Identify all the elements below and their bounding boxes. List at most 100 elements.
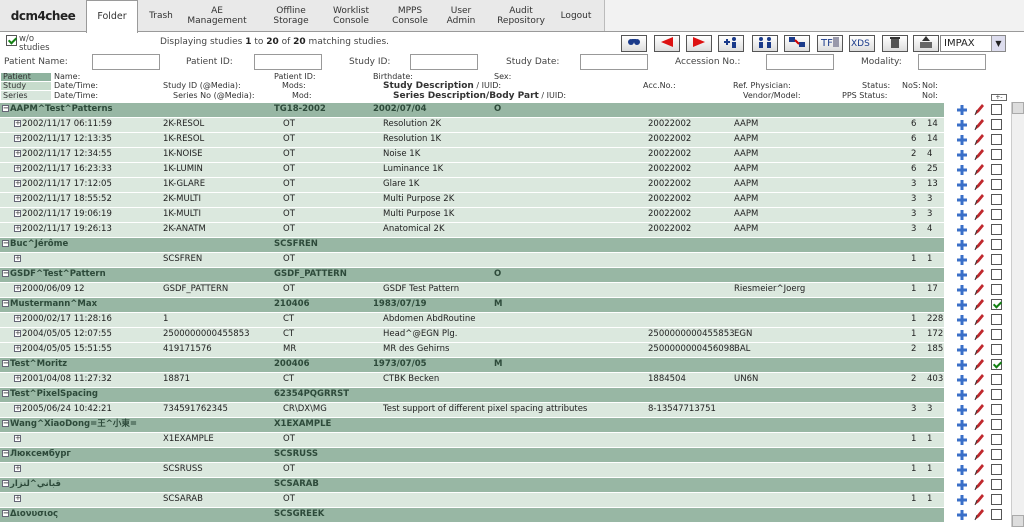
scroll-up-button[interactable]	[1012, 102, 1024, 114]
accession-input[interactable]	[766, 54, 834, 70]
without-studies-toggle[interactable]: w/o studies	[6, 35, 59, 53]
add-icon[interactable]	[954, 312, 969, 327]
add-icon[interactable]	[954, 432, 969, 447]
add-icon[interactable]	[954, 177, 969, 192]
collapse-icon[interactable]: −	[2, 390, 9, 397]
tab-mpps-console[interactable]: MPPS Console	[386, 0, 434, 31]
add-icon[interactable]	[954, 387, 969, 402]
row-select-checkbox[interactable]	[991, 404, 1002, 415]
edit-icon[interactable]	[971, 207, 986, 222]
add-icon[interactable]	[954, 207, 969, 222]
series-row[interactable]: +2002/11/17 12:13:35 1K-RESOL OT Resolution…	[0, 132, 1024, 147]
edit-icon[interactable]	[971, 357, 986, 372]
expand-icon[interactable]: +	[14, 180, 21, 187]
edit-icon[interactable]	[971, 447, 986, 462]
search-button[interactable]	[621, 35, 647, 52]
series-row[interactable]: +2002/11/17 19:26:13 2K-ANATM OT Anatomical…	[0, 222, 1024, 237]
series-row[interactable]: +2002/11/17 06:11:59 2K-RESOL OT Resolution…	[0, 117, 1024, 132]
row-select-checkbox[interactable]	[991, 194, 1002, 205]
series-row[interactable]: +2002/11/17 17:12:05 1K-GLARE OT Glare 1K 20…	[0, 177, 1024, 192]
edit-icon[interactable]	[971, 132, 986, 147]
row-select-checkbox[interactable]	[991, 269, 1002, 280]
series-row[interactable]: +2002/11/17 16:23:33 1K-LUMIN OT Luminance …	[0, 162, 1024, 177]
row-select-checkbox[interactable]	[991, 119, 1002, 130]
expand-collapse-all-button[interactable]: +-	[991, 94, 1007, 101]
add-icon[interactable]	[954, 492, 969, 507]
add-icon[interactable]	[954, 372, 969, 387]
series-row[interactable]: +2004/05/05 15:51:55 419171576 MR MR des Ge…	[0, 342, 1024, 357]
tab-audit-repository[interactable]: Audit Repository	[488, 0, 554, 31]
expand-icon[interactable]: +	[14, 135, 21, 142]
row-select-checkbox[interactable]	[991, 479, 1002, 490]
edit-icon[interactable]	[971, 192, 986, 207]
patient-row[interactable]: −GSDF^Test^Pattern GSDF_PATTERN O	[0, 267, 1024, 282]
add-patient-button[interactable]	[718, 35, 744, 52]
row-select-checkbox[interactable]	[991, 314, 1002, 325]
patient-id-input[interactable]	[254, 54, 322, 70]
series-row[interactable]: + SCSRUSS OT 1 1	[0, 462, 1024, 477]
modality-input[interactable]	[918, 54, 986, 70]
add-icon[interactable]	[954, 447, 969, 462]
patient-row[interactable]: −Люксембург SCSRUSS	[0, 447, 1024, 462]
edit-icon[interactable]	[971, 492, 986, 507]
trash-button[interactable]	[882, 35, 908, 52]
row-select-checkbox[interactable]	[991, 149, 1002, 160]
edit-icon[interactable]	[971, 402, 986, 417]
next-button[interactable]	[686, 35, 712, 52]
prev-button[interactable]	[654, 35, 680, 52]
series-row[interactable]: +2000/06/09 12 GSDF_PATTERN OT GSDF Test Pa…	[0, 282, 1024, 297]
row-select-checkbox[interactable]	[991, 494, 1002, 505]
row-select-checkbox[interactable]	[991, 254, 1002, 265]
expand-icon[interactable]: +	[14, 315, 21, 322]
series-row[interactable]: +2002/11/17 19:06:19 1K-MULTI OT Multi Purp…	[0, 207, 1024, 222]
add-icon[interactable]	[954, 357, 969, 372]
collapse-icon[interactable]: −	[2, 480, 9, 487]
expand-icon[interactable]: +	[14, 210, 21, 217]
patient-row[interactable]: −Wang^XiaoDong=王^小東= X1EXAMPLE	[0, 417, 1024, 432]
edit-icon[interactable]	[971, 237, 986, 252]
series-row[interactable]: +2002/11/17 12:34:55 1K-NOISE OT Noise 1K 20…	[0, 147, 1024, 162]
row-select-checkbox[interactable]	[991, 134, 1002, 145]
expand-icon[interactable]: +	[14, 465, 21, 472]
tab-folder[interactable]: Folder	[86, 0, 138, 33]
series-row[interactable]: +2001/04/08 11:27:32 18871 CT CTBK Becken 18…	[0, 372, 1024, 387]
patient-row[interactable]: −Test^PixelSpacing 62354PQGRRST	[0, 387, 1024, 402]
row-select-checkbox[interactable]	[991, 464, 1002, 475]
expand-icon[interactable]: +	[14, 195, 21, 202]
collapse-icon[interactable]: −	[2, 420, 9, 427]
edit-icon[interactable]	[971, 252, 986, 267]
row-select-checkbox[interactable]	[991, 389, 1002, 400]
tab-logout[interactable]: Logout	[554, 0, 598, 31]
patient-row[interactable]: −قباني^لنزار SCSARAB	[0, 477, 1024, 492]
collapse-icon[interactable]: −	[2, 105, 9, 112]
edit-icon[interactable]	[971, 102, 986, 117]
row-select-checkbox[interactable]	[991, 359, 1002, 370]
expand-icon[interactable]: +	[14, 435, 21, 442]
collapse-icon[interactable]: −	[2, 510, 9, 517]
collapse-icon[interactable]: −	[2, 270, 9, 277]
edit-icon[interactable]	[971, 312, 986, 327]
tf-export-button[interactable]: TF	[817, 35, 843, 52]
expand-icon[interactable]: +	[14, 225, 21, 232]
add-icon[interactable]	[954, 417, 969, 432]
expand-icon[interactable]: +	[14, 495, 21, 502]
row-select-checkbox[interactable]	[991, 449, 1002, 460]
tab-ae-management[interactable]: AE Management	[184, 0, 250, 31]
edit-icon[interactable]	[971, 177, 986, 192]
series-row[interactable]: +2000/02/17 11:28:16 1 CT Abdomen AbdRoutin…	[0, 312, 1024, 327]
patient-row[interactable]: −Διονυσιος SCSGREEK	[0, 507, 1024, 522]
row-select-checkbox[interactable]	[991, 179, 1002, 190]
add-icon[interactable]	[954, 282, 969, 297]
series-row[interactable]: + X1EXAMPLE OT 1 1	[0, 432, 1024, 447]
xds-export-button[interactable]: XDS	[849, 35, 875, 52]
study-id-input[interactable]	[410, 54, 478, 70]
row-select-checkbox[interactable]	[991, 164, 1002, 175]
add-icon[interactable]	[954, 402, 969, 417]
add-icon[interactable]	[954, 222, 969, 237]
add-icon[interactable]	[954, 462, 969, 477]
expand-icon[interactable]: +	[14, 375, 21, 382]
collapse-icon[interactable]: −	[2, 300, 9, 307]
patient-row[interactable]: −Mustermann^Max 210406 1983/07/19 M	[0, 297, 1024, 312]
edit-icon[interactable]	[971, 267, 986, 282]
scroll-down-button[interactable]	[1012, 515, 1024, 527]
